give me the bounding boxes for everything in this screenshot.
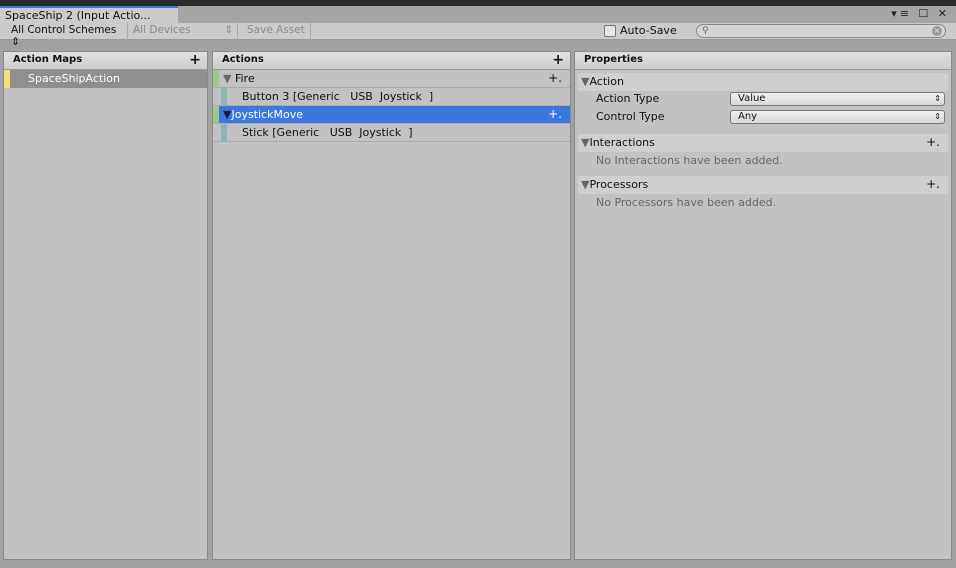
action-map-label: SpaceShipAction [28,72,120,85]
processors-section-header[interactable]: ▼Processors +. [578,176,948,194]
updown-icon: ⇕ [934,94,941,103]
actions-title: Actions [222,54,264,65]
add-action-button[interactable]: + [552,52,564,68]
add-binding-icon[interactable]: +. [548,71,562,85]
clear-search-icon[interactable]: × [932,26,942,36]
action-type-row: Action Type Value ⇕ [575,91,951,109]
action-map-item[interactable]: SpaceShipAction [4,70,207,88]
action-type-label: Action Type [596,92,660,105]
devices-dropdown[interactable]: All Devices ⇕ [128,23,238,40]
action-maps-header: Action Maps + [4,52,207,70]
control-type-label: Control Type [596,110,665,123]
action-row-fire[interactable]: ▼ Fire +. [213,70,570,88]
updown-icon: ⇕ [934,112,941,121]
window-controls[interactable]: ▾≡ ☐ ✕ [891,7,950,20]
auto-save-checkbox[interactable] [604,24,616,37]
control-type-dropdown[interactable]: Any ⇕ [730,110,945,124]
auto-save-label: Auto-Save [620,24,677,37]
action-type-dropdown[interactable]: Value ⇕ [730,92,945,106]
processors-empty-text: No Processors have been added. [596,196,777,209]
add-interaction-icon[interactable]: +. [926,135,940,149]
updown-icon: ⇕ [224,24,233,36]
properties-header: Properties [575,52,951,70]
interactions-section-header[interactable]: ▼Interactions +. [578,134,948,152]
updown-icon: ⇕ [11,36,20,48]
action-maps-panel: Action Maps + SpaceShipAction [3,51,208,560]
action-type-value: Value [738,93,766,104]
add-action-map-button[interactable]: + [189,52,201,68]
binding-color-bar [221,88,227,105]
binding-color-bar [221,124,227,141]
action-section-header[interactable]: ▼Action [578,73,948,91]
control-type-row: Control Type Any ⇕ [575,109,951,127]
window-tab[interactable]: SpaceShip 2 (Input Actio... [0,6,178,23]
interactions-empty-text: No Interactions have been added. [596,154,783,167]
devices-label: All Devices [133,24,191,36]
properties-panel: Properties ▼Action Action Type Value ⇕ Con… [574,51,952,560]
action-row-joystickmove[interactable]: ▼JoystickMove +. [213,106,570,124]
binding-label: Stick [Generic USB Joystick ] [242,126,413,139]
action-color-bar [213,106,219,123]
binding-label: Button 3 [Generic USB Joystick ] [242,90,434,103]
section-title: Interactions [589,136,655,149]
save-asset-button[interactable]: Save Asset [242,23,311,40]
auto-save-toggle[interactable]: Auto-Save [604,24,677,37]
actions-header: Actions + [213,52,570,70]
binding-row[interactable]: Button 3 [Generic USB Joystick ] [213,88,570,106]
control-schemes-label: All Control Schemes [11,24,117,36]
tab-strip: SpaceShip 2 (Input Actio... ▾≡ ☐ ✕ [0,6,956,23]
action-maps-title: Action Maps [13,54,83,65]
expand-triangle-icon[interactable]: ▼ [223,72,231,85]
control-schemes-dropdown[interactable]: All Control Schemes ⇕ [6,23,128,48]
action-label: Fire [234,72,255,85]
search-input[interactable]: ⚲ × [696,24,946,38]
section-title: Action [589,75,624,88]
action-label: JoystickMove [231,108,303,121]
binding-row[interactable]: Stick [Generic USB Joystick ] [213,124,570,142]
add-processor-icon[interactable]: +. [926,177,940,191]
section-title: Processors [589,178,649,191]
add-binding-icon[interactable]: +. [548,107,562,121]
search-icon: ⚲ [702,26,709,36]
actions-panel: Actions + ▼ Fire +. Button 3 [Generic USB … [212,51,571,560]
map-color-bar [4,70,10,88]
action-color-bar [213,70,219,87]
control-type-value: Any [738,111,758,122]
